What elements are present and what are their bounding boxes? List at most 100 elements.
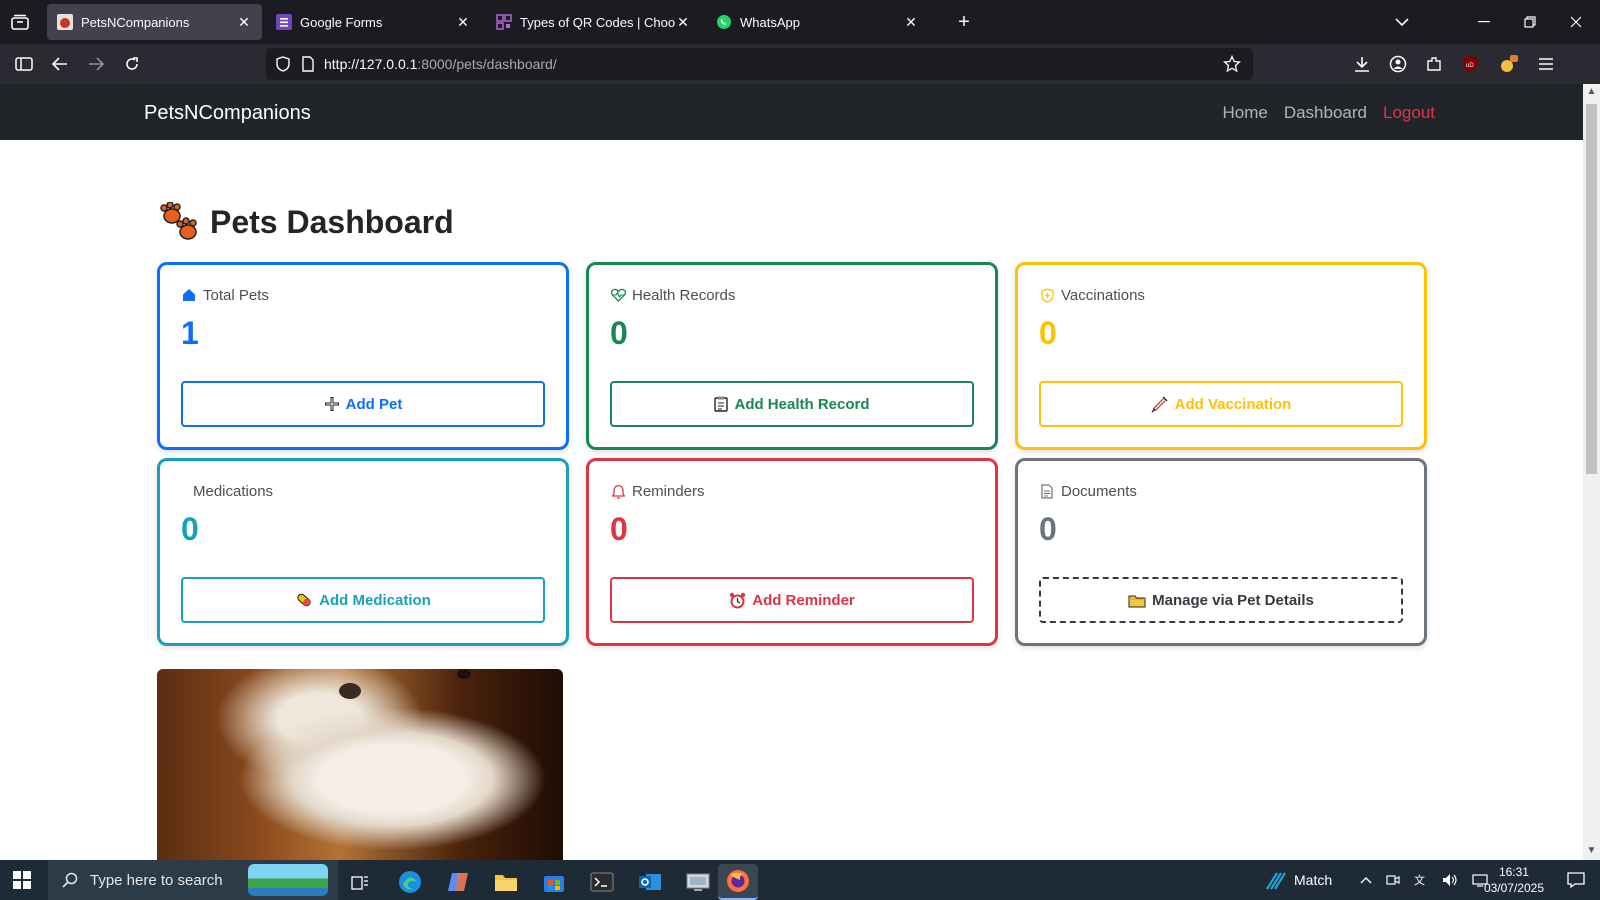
close-window-icon[interactable] bbox=[1562, 8, 1590, 36]
new-tab-icon[interactable]: + bbox=[953, 11, 975, 33]
card-label: Health Records bbox=[610, 285, 974, 305]
list-all-tabs-icon[interactable] bbox=[1388, 8, 1416, 36]
edge-icon[interactable] bbox=[390, 864, 430, 900]
page-scrollbar[interactable]: ▲ ▼ bbox=[1583, 84, 1600, 860]
scrollbar-thumb[interactable] bbox=[1586, 104, 1597, 474]
account-icon[interactable] bbox=[1386, 52, 1410, 76]
forward-arrow-icon[interactable] bbox=[84, 52, 108, 76]
search-highlight-art-icon bbox=[248, 864, 328, 896]
pet-photo[interactable] bbox=[157, 669, 563, 860]
clipboard-icon bbox=[714, 396, 729, 412]
scroll-down-icon[interactable]: ▼ bbox=[1585, 845, 1598, 858]
weather-widget[interactable]: Match bbox=[1264, 860, 1332, 900]
button-label: Add Vaccination bbox=[1174, 395, 1292, 413]
card-label: Total Pets bbox=[181, 285, 545, 305]
tab-list-icon[interactable] bbox=[8, 10, 32, 34]
extensions-icon[interactable] bbox=[1422, 52, 1446, 76]
tab-google-forms[interactable]: Google Forms ✕ bbox=[266, 4, 481, 40]
card-documents: Documents 0 Manage via Pet Details bbox=[1015, 458, 1427, 646]
card-label: Vaccinations bbox=[1039, 285, 1403, 305]
clock-time: 16:31 bbox=[1498, 865, 1529, 879]
outlook-icon[interactable] bbox=[630, 864, 670, 900]
card-label: Documents bbox=[1039, 481, 1403, 501]
back-arrow-icon[interactable] bbox=[48, 52, 72, 76]
sidebar-toggle-icon[interactable] bbox=[12, 52, 36, 76]
card-label-text: Medications bbox=[193, 482, 274, 500]
task-view-icon[interactable] bbox=[340, 864, 380, 900]
manage-documents-button[interactable]: Manage via Pet Details bbox=[1039, 577, 1403, 623]
tab-qr-codes[interactable]: Types of QR Codes | Choose diff ✕ bbox=[486, 4, 701, 40]
nav-dashboard-link[interactable]: Dashboard bbox=[1284, 103, 1367, 123]
ublock-icon[interactable]: uD bbox=[1458, 52, 1482, 76]
tab-title: Google Forms bbox=[300, 14, 383, 30]
browser-toolbar: http://127.0.0.1:8000/pets/dashboard/ uD bbox=[0, 44, 1600, 84]
menu-hamburger-icon[interactable] bbox=[1534, 52, 1558, 76]
shield-icon bbox=[1039, 287, 1055, 303]
page-info-icon[interactable] bbox=[302, 56, 314, 72]
tab-title: Types of QR Codes | Choose diff bbox=[520, 14, 675, 30]
chevron-up-icon[interactable] bbox=[1360, 876, 1372, 884]
tab-whatsapp[interactable]: WhatsApp ✕ bbox=[706, 4, 929, 40]
close-tab-icon[interactable]: ✕ bbox=[675, 14, 691, 30]
site-nav-links: Home Dashboard Logout bbox=[1222, 103, 1435, 123]
file-explorer-icon[interactable] bbox=[486, 864, 526, 900]
button-label: Add Health Record bbox=[734, 395, 870, 413]
downloads-icon[interactable] bbox=[1350, 52, 1374, 76]
scroll-up-icon[interactable]: ▲ bbox=[1585, 86, 1598, 99]
add-vaccination-button[interactable]: Add Vaccination bbox=[1039, 381, 1403, 427]
document-icon bbox=[1039, 483, 1055, 499]
button-label: Add Medication bbox=[319, 591, 431, 609]
terminal-icon[interactable] bbox=[582, 864, 622, 900]
address-bar[interactable]: http://127.0.0.1:8000/pets/dashboard/ bbox=[266, 48, 1253, 80]
nav-logout-link[interactable]: Logout bbox=[1383, 103, 1435, 123]
taskbar-clock[interactable]: 16:31 03/07/2025 bbox=[1484, 864, 1544, 896]
restore-icon[interactable] bbox=[1516, 8, 1544, 36]
close-tab-icon[interactable]: ✕ bbox=[903, 14, 919, 30]
reload-icon[interactable] bbox=[120, 52, 144, 76]
card-label-text: Total Pets bbox=[203, 286, 269, 304]
firefox-icon[interactable] bbox=[718, 864, 758, 900]
tab-petsncompanions[interactable]: PetsNCompanions ✕ bbox=[47, 4, 262, 40]
card-label-text: Health Records bbox=[632, 286, 736, 304]
card-label-text: Vaccinations bbox=[1061, 286, 1145, 304]
extension-badge-icon[interactable] bbox=[1497, 52, 1521, 76]
bookmark-star-icon[interactable] bbox=[1223, 55, 1241, 73]
cricket-icon bbox=[1264, 869, 1286, 891]
copilot-icon[interactable] bbox=[438, 864, 478, 900]
card-value: 1 bbox=[181, 315, 199, 351]
language-icon[interactable]: 文 bbox=[1414, 873, 1428, 887]
ms-store-icon[interactable] bbox=[534, 864, 574, 900]
add-medication-button[interactable]: Add Medication bbox=[181, 577, 545, 623]
notification-icon[interactable] bbox=[1566, 870, 1586, 890]
close-tab-icon[interactable]: ✕ bbox=[236, 14, 252, 30]
remote-desktop-icon[interactable] bbox=[678, 864, 718, 900]
button-label: Manage via Pet Details bbox=[1152, 591, 1314, 609]
nav-home-link[interactable]: Home bbox=[1222, 103, 1267, 123]
card-vaccinations: Vaccinations 0 Add Vaccination bbox=[1015, 262, 1427, 450]
minimize-icon[interactable] bbox=[1470, 8, 1498, 36]
clock-date: 03/07/2025 bbox=[1483, 881, 1544, 895]
add-health-record-button[interactable]: Add Health Record bbox=[610, 381, 974, 427]
card-label-text: Documents bbox=[1061, 482, 1137, 500]
site-brand[interactable]: PetsNCompanions bbox=[144, 102, 311, 125]
pet-photo-nose bbox=[339, 683, 361, 699]
add-pet-button[interactable]: Add Pet bbox=[181, 381, 545, 427]
medications-blank-icon bbox=[181, 483, 187, 499]
windows-start-icon[interactable] bbox=[12, 870, 32, 890]
volume-icon[interactable] bbox=[1442, 873, 1458, 887]
add-reminder-button[interactable]: Add Reminder bbox=[610, 577, 974, 623]
card-value: 0 bbox=[1039, 511, 1057, 547]
taskbar-search[interactable]: Type here to search bbox=[48, 860, 338, 900]
card-medications: Medications 0 Add Medication bbox=[157, 458, 569, 646]
button-label: Add Pet bbox=[345, 395, 403, 413]
card-reminders: Reminders 0 Add Reminder bbox=[586, 458, 998, 646]
search-icon bbox=[62, 872, 78, 888]
button-label: Add Reminder bbox=[752, 591, 855, 609]
close-tab-icon[interactable]: ✕ bbox=[455, 14, 471, 30]
house-icon bbox=[181, 287, 197, 303]
url-path: :8000/pets/dashboard/ bbox=[417, 56, 557, 72]
whatsapp-favicon-icon bbox=[716, 14, 732, 30]
pet-photo-eye bbox=[457, 669, 471, 679]
shield-icon[interactable] bbox=[276, 56, 290, 72]
meet-now-icon[interactable] bbox=[1386, 873, 1400, 887]
